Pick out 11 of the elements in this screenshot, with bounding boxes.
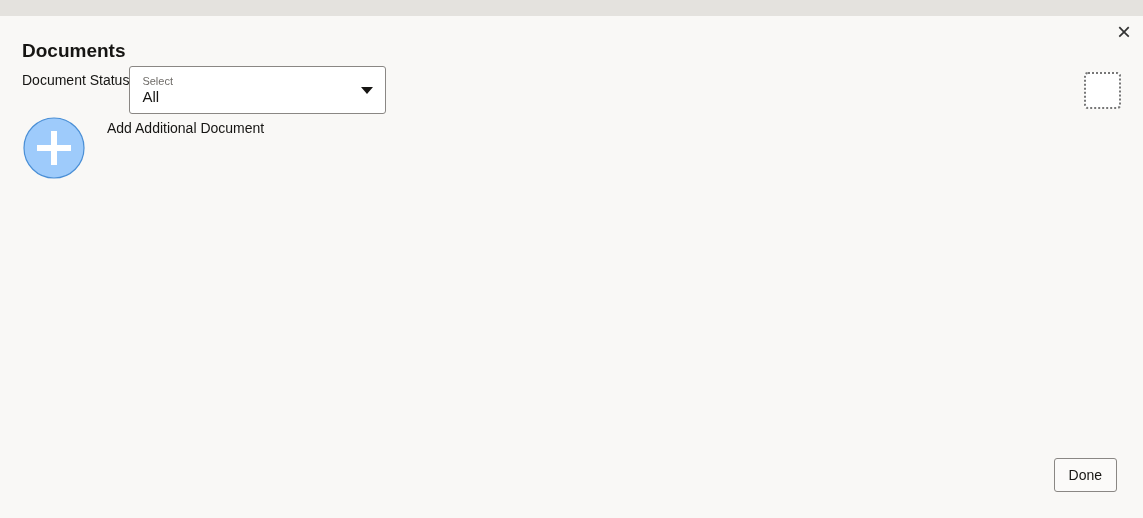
caret-icon <box>361 86 374 94</box>
add-icon[interactable] <box>23 117 85 179</box>
field-label: Document Status <box>22 71 130 90</box>
checkbox[interactable] <box>1084 72 1121 109</box>
done-button[interactable]: Done <box>1053 458 1117 492</box>
status-select[interactable]: Select All <box>129 66 387 114</box>
close-button[interactable]: × <box>1117 20 1131 44</box>
dialog-title: Documents <box>22 40 126 62</box>
add-document-link[interactable]: Add Additional Document <box>107 118 265 139</box>
select-value: All <box>142 87 161 106</box>
select-label: Select <box>142 74 173 88</box>
